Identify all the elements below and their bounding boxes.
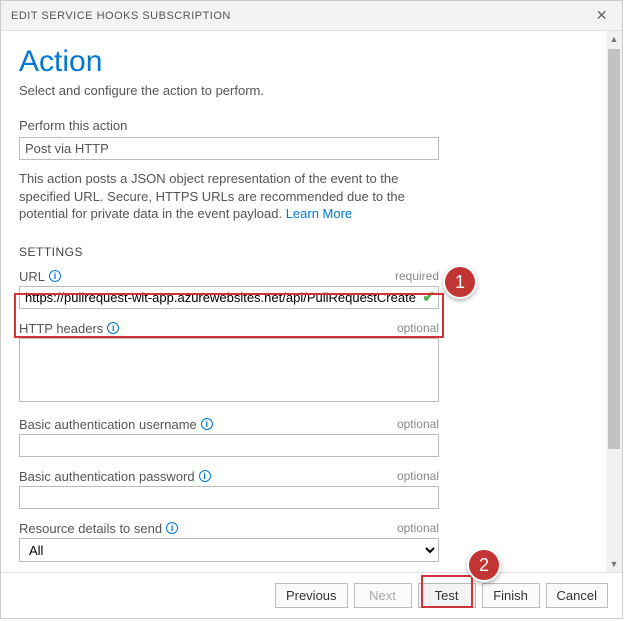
basic-user-hint: optional [397, 417, 439, 431]
previous-button[interactable]: Previous [275, 583, 348, 608]
test-button[interactable]: Test [418, 583, 476, 608]
content-area: Action Select and configure the action t… [1, 31, 606, 572]
info-icon[interactable]: i [49, 270, 61, 282]
cancel-button[interactable]: Cancel [546, 583, 608, 608]
headers-hint: optional [397, 321, 439, 335]
url-field-group: URL i required ✔ [19, 269, 588, 309]
info-icon[interactable]: i [166, 522, 178, 534]
headers-field-group: HTTP headers i optional [19, 321, 588, 405]
page-subtitle: Select and configure the action to perfo… [19, 83, 588, 98]
basic-pass-input[interactable] [19, 486, 439, 509]
perform-action-label: Perform this action [19, 118, 588, 133]
basic-user-label: Basic authentication username [19, 417, 197, 432]
basic-user-input[interactable] [19, 434, 439, 457]
body: Action Select and configure the action t… [1, 31, 622, 572]
url-hint: required [395, 269, 439, 283]
checkmark-icon: ✔ [422, 288, 435, 306]
footer: Previous Next Test Finish Cancel [1, 572, 622, 618]
basic-pass-field-group: Basic authentication password i optional [19, 469, 588, 509]
resource-details-hint: optional [397, 521, 439, 535]
headers-label: HTTP headers [19, 321, 103, 336]
finish-button[interactable]: Finish [482, 583, 540, 608]
settings-heading: SETTINGS [19, 245, 588, 259]
info-icon[interactable]: i [107, 322, 119, 334]
basic-pass-hint: optional [397, 469, 439, 483]
vertical-scrollbar[interactable]: ▲ ▼ [606, 31, 622, 572]
info-icon[interactable]: i [199, 470, 211, 482]
basic-user-field-group: Basic authentication username i optional [19, 417, 588, 457]
titlebar: EDIT SERVICE HOOKS SUBSCRIPTION ✕ [1, 1, 622, 31]
resource-details-field-group: Resource details to send i optional All [19, 521, 588, 562]
close-icon[interactable]: ✕ [592, 7, 612, 24]
scroll-down-icon[interactable]: ▼ [606, 556, 622, 572]
page-title: Action [19, 45, 588, 79]
info-icon[interactable]: i [201, 418, 213, 430]
learn-more-link[interactable]: Learn More [286, 206, 352, 221]
dialog-title: EDIT SERVICE HOOKS SUBSCRIPTION [11, 10, 231, 22]
scroll-thumb[interactable] [608, 49, 620, 449]
url-label: URL [19, 269, 45, 284]
action-description: This action posts a JSON object represen… [19, 170, 439, 223]
headers-input[interactable] [19, 338, 439, 402]
resource-details-label: Resource details to send [19, 521, 162, 536]
next-button: Next [354, 583, 412, 608]
resource-details-select[interactable]: All [19, 538, 439, 562]
url-input[interactable] [19, 286, 439, 309]
scroll-up-icon[interactable]: ▲ [606, 31, 622, 47]
basic-pass-label: Basic authentication password [19, 469, 195, 484]
perform-action-field[interactable] [19, 137, 439, 160]
dialog: EDIT SERVICE HOOKS SUBSCRIPTION ✕ Action… [0, 0, 623, 619]
